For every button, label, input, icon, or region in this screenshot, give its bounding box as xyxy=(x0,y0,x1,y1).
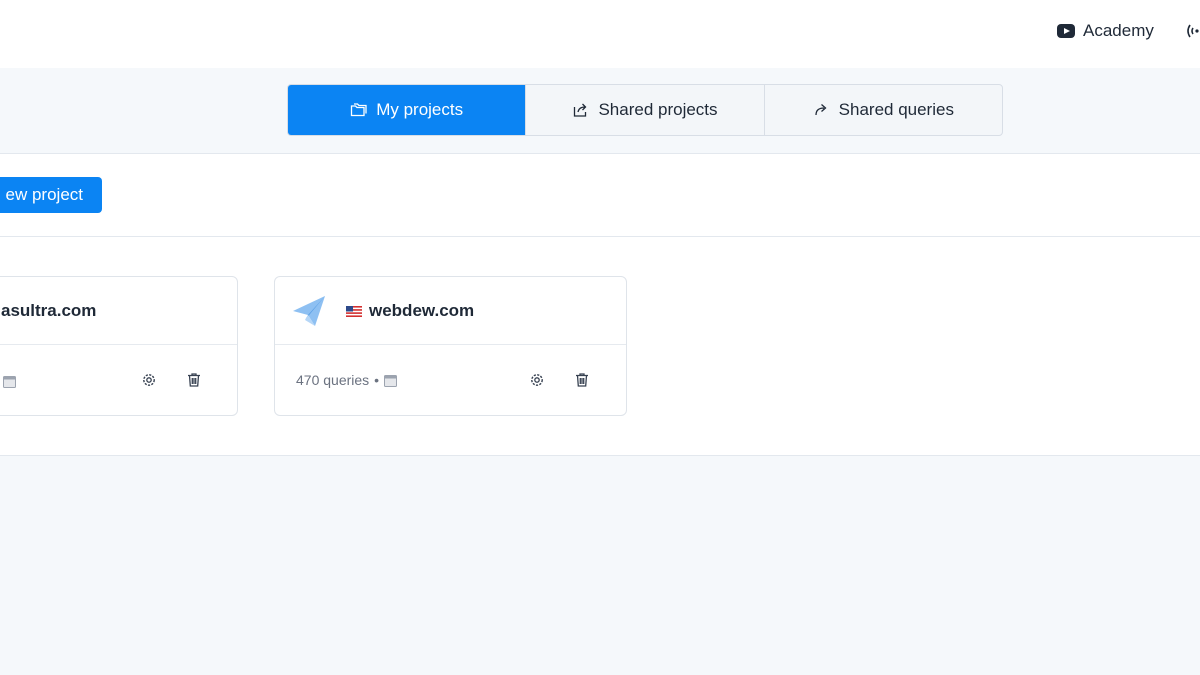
project-card-header: asultra.com xyxy=(0,277,237,345)
project-title[interactable]: webdew.com xyxy=(369,301,474,321)
calendar-icon xyxy=(3,376,16,388)
project-meta: 470 queries • xyxy=(296,372,398,388)
project-card-footer xyxy=(0,345,237,415)
project-tabs: My projects Shared projects Shared queri… xyxy=(287,84,1003,136)
share-icon xyxy=(574,103,587,117)
tab-shared-projects[interactable]: Shared projects xyxy=(526,85,765,135)
youtube-icon xyxy=(1057,24,1075,38)
project-card-header: webdew.com xyxy=(275,277,626,345)
query-count: 470 queries xyxy=(296,372,370,388)
settings-icon[interactable] xyxy=(528,371,546,389)
tab-label: Shared projects xyxy=(598,100,718,119)
paper-plane-icon xyxy=(293,296,325,326)
us-flag-icon xyxy=(346,306,362,317)
projects-list: asultra.com webdew.com 470 queries • xyxy=(0,237,1200,456)
project-card[interactable]: asultra.com xyxy=(0,276,238,416)
folders-icon xyxy=(351,103,367,117)
action-bar: ew project xyxy=(0,154,1200,237)
tab-label: Shared queries xyxy=(838,100,954,119)
settings-icon[interactable] xyxy=(140,371,158,389)
trash-icon[interactable] xyxy=(185,371,203,389)
academy-link[interactable]: Academy xyxy=(1057,20,1154,42)
trash-icon[interactable] xyxy=(573,371,591,389)
new-project-button[interactable]: ew project xyxy=(0,177,102,213)
project-card-footer: 470 queries • xyxy=(275,345,626,415)
project-card[interactable]: webdew.com 470 queries • xyxy=(274,276,627,416)
tabs-band: My projects Shared projects Shared queri… xyxy=(0,68,1200,154)
tab-label: My projects xyxy=(376,100,464,119)
forward-icon xyxy=(815,104,827,116)
tab-shared-queries[interactable]: Shared queries xyxy=(765,85,1002,135)
academy-label: Academy xyxy=(1083,21,1154,40)
calendar-icon xyxy=(384,374,398,387)
top-header: Academy xyxy=(0,0,1200,68)
project-title[interactable]: asultra.com xyxy=(1,301,96,321)
tab-my-projects[interactable]: My projects xyxy=(288,85,527,135)
meta-separator: • xyxy=(374,372,380,388)
broadcast-icon[interactable] xyxy=(1185,22,1200,40)
